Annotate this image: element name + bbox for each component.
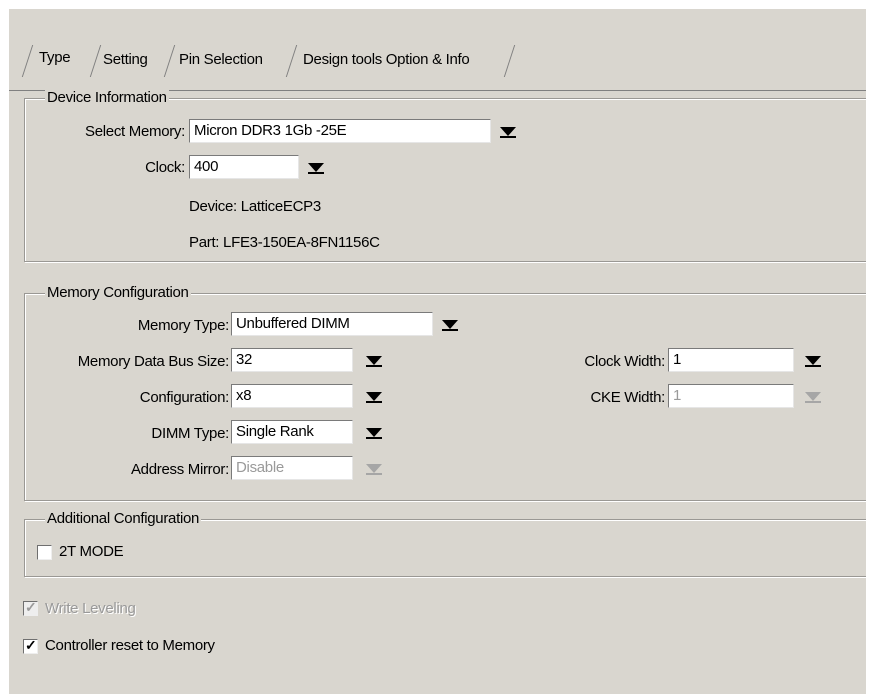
chevron-down-icon[interactable] — [800, 349, 826, 371]
dialog-panel: Type Setting Pin Selection Design tools … — [9, 9, 866, 694]
device-text: Device: LatticeECP3 — [189, 198, 321, 215]
chevron-down-icon[interactable] — [361, 385, 387, 407]
address-mirror-label: Address Mirror: — [130, 461, 229, 478]
dimm-type-label: DIMM Type: — [151, 425, 229, 442]
clock-width-field[interactable]: 1 — [668, 348, 794, 372]
controller-reset-checkbox[interactable]: ✓ — [23, 637, 38, 654]
clock-width-label: Clock Width: — [584, 353, 665, 370]
chevron-down-icon — [800, 385, 826, 407]
write-leveling-checkbox: ✓ — [23, 599, 38, 616]
clock-width-dropdown[interactable]: 1 — [668, 348, 826, 372]
clock-field[interactable]: 400 — [189, 155, 299, 179]
part-text: Part: LFE3-150EA-8FN1156C — [189, 234, 380, 251]
clock-label: Clock: — [145, 159, 185, 176]
additional-configuration-group: Additional Configuration — [24, 510, 866, 577]
select-memory-label: Select Memory: — [85, 123, 185, 140]
write-leveling-label: Write Leveling — [45, 600, 136, 617]
tab-type[interactable]: Type — [33, 43, 71, 73]
group-title: Memory Configuration — [45, 284, 191, 301]
tab-strip: Type Setting Pin Selection Design tools … — [9, 9, 866, 91]
two-t-mode-checkbox[interactable] — [37, 545, 52, 560]
cke-width-field: 1 — [668, 384, 794, 408]
bus-size-label: Memory Data Bus Size: — [77, 353, 230, 370]
select-memory-field[interactable]: Micron DDR3 1Gb -25E — [189, 119, 491, 143]
address-mirror-dropdown: Disable — [231, 456, 389, 480]
bus-size-dropdown[interactable]: 32 — [231, 348, 389, 372]
check-mark-icon: ✓ — [25, 637, 37, 653]
memory-type-label: Memory Type: — [137, 317, 229, 334]
chevron-down-icon — [361, 457, 387, 479]
memory-type-field[interactable]: Unbuffered DIMM — [231, 312, 433, 336]
chevron-down-icon[interactable] — [361, 349, 387, 371]
two-t-mode-label: 2T MODE — [59, 543, 124, 560]
configuration-field[interactable]: x8 — [231, 384, 353, 408]
bus-size-field[interactable]: 32 — [231, 348, 353, 372]
group-title: Device Information — [45, 89, 169, 106]
tab-design-tools[interactable]: Design tools Option & Info — [297, 45, 470, 75]
cke-width-dropdown: 1 — [668, 384, 826, 408]
clock-dropdown[interactable]: 400 — [189, 155, 331, 179]
chevron-down-icon[interactable] — [495, 120, 521, 142]
configuration-dropdown[interactable]: x8 — [231, 384, 389, 408]
configuration-label: Configuration: — [139, 389, 230, 406]
address-mirror-field: Disable — [231, 456, 353, 480]
group-title: Additional Configuration — [45, 510, 202, 527]
dimm-type-field[interactable]: Single Rank — [231, 420, 353, 444]
tab-separator — [503, 45, 518, 77]
select-memory-dropdown[interactable]: Micron DDR3 1Gb -25E — [189, 119, 521, 143]
dimm-type-dropdown[interactable]: Single Rank — [231, 420, 389, 444]
tab-pin-selection[interactable]: Pin Selection — [173, 45, 263, 75]
memory-type-dropdown[interactable]: Unbuffered DIMM — [231, 312, 463, 336]
cke-width-label: CKE Width: — [590, 389, 665, 406]
chevron-down-icon[interactable] — [361, 421, 387, 443]
tab-setting[interactable]: Setting — [97, 45, 148, 75]
chevron-down-icon[interactable] — [303, 156, 329, 178]
controller-reset-label: Controller reset to Memory — [45, 637, 215, 654]
chevron-down-icon[interactable] — [437, 313, 463, 335]
check-mark-icon: ✓ — [25, 599, 37, 615]
